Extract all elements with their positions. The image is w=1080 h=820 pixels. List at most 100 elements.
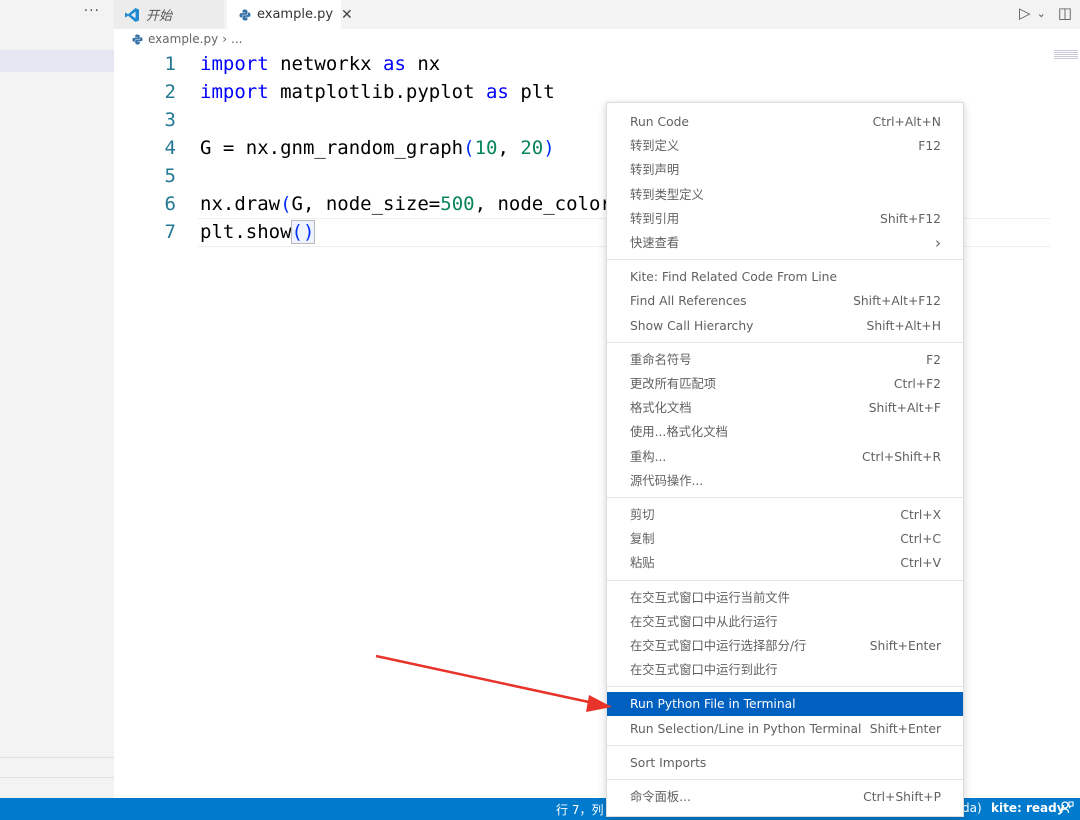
tab-start[interactable]: 开始 (114, 0, 224, 29)
python-file-icon (132, 33, 143, 45)
editor-actions: ▷ ⌄ ◫ (1019, 4, 1072, 22)
menu-item-label: 剪切 (630, 508, 655, 522)
menu-item-shortcut: Ctrl+Shift+R (862, 449, 941, 464)
menu-item[interactable]: Run Code Ctrl+Alt+N (607, 110, 963, 134)
tab-label: 开始 (146, 9, 173, 24)
menu-item[interactable]: Find All References Shift+Alt+F12 (607, 289, 963, 313)
code-token: , (497, 137, 521, 159)
context-menu: Run Code Ctrl+Alt+N 转到定义 F12 转到声明转到类型定义 转到引用 S… (606, 102, 964, 817)
menu-item-label: 转到引用 (630, 211, 680, 226)
code-token: () (290, 220, 316, 244)
code-token: nx.draw (200, 193, 281, 215)
breadcrumb-separator-icon: › (222, 32, 227, 46)
menu-item[interactable]: Sort Imports (607, 751, 963, 775)
tab-example-py[interactable]: example.py ✕ (227, 0, 353, 29)
menu-item-shortcut: F12 (918, 139, 941, 154)
kite-status[interactable]: kite: ready (991, 801, 1065, 815)
menu-item[interactable]: 更改所有匹配项 Ctrl+F2 (607, 372, 963, 396)
code-token: ( (463, 137, 475, 159)
menu-item[interactable]: Run Selection/Line in Python Terminal Shi… (607, 717, 963, 741)
code-token: 10 (474, 137, 498, 159)
menu-item[interactable]: 命令面板... Ctrl+Shift+P (607, 785, 963, 809)
menu-item-label: 重构... (630, 449, 667, 464)
menu-item[interactable]: 在交互式窗口中运行当前文件 (607, 586, 963, 610)
menu-item[interactable]: 重命名符号 F2 (607, 348, 963, 372)
line-number: 3 (164, 109, 176, 131)
menu-item-shortcut: Shift+Alt+F (868, 401, 941, 416)
menu-item[interactable]: 转到定义 F12 (607, 134, 963, 158)
menu-item[interactable]: 源代码操作... (607, 469, 963, 493)
menu-item-shortcut: Ctrl+X (900, 508, 941, 522)
line-number: 6 (164, 193, 176, 215)
menu-item[interactable]: 粘贴 Ctrl+V (607, 551, 963, 575)
menu-item-label: 在交互式窗口中运行选择部分/行 (630, 639, 807, 653)
menu-item[interactable]: 转到类型定义 (607, 183, 963, 207)
menu-item[interactable]: 格式化文档 Shift+Alt+F (607, 396, 963, 420)
menu-item[interactable]: 剪切 Ctrl+X (607, 503, 963, 527)
code-token: as (485, 81, 509, 103)
menu-item[interactable]: Kite: Find Related Code From Line (607, 265, 963, 289)
code-text: nx.draw(G, node_size=500, node_color (200, 190, 612, 218)
code-token: plt (508, 81, 555, 103)
menu-item[interactable]: Show Call Hierarchy Shift+Alt+H (607, 314, 963, 338)
code-token: nx (405, 53, 441, 75)
menu-separator (607, 779, 963, 780)
code-token: 500 (440, 193, 475, 215)
split-editor-icon[interactable]: ◫ (1058, 4, 1072, 22)
more-actions-icon[interactable]: ··· (84, 3, 100, 19)
menu-item-label: Run Code (630, 115, 689, 129)
menu-item[interactable]: Run Python File in Terminal (607, 692, 963, 717)
menu-item[interactable]: 在交互式窗口中运行到此行 (607, 658, 963, 682)
menu-separator (607, 744, 963, 746)
menu-item[interactable]: 复制 Ctrl+C (607, 527, 963, 551)
menu-item-label: 快速查看 (630, 236, 680, 250)
code-token: import (200, 81, 269, 103)
code-token: G, node_size= (291, 193, 441, 215)
menu-item-shortcut: Shift+F12 (880, 211, 941, 226)
menu-item-label: 在交互式窗口中运行当前文件 (630, 590, 790, 605)
close-icon[interactable]: ✕ (341, 7, 353, 23)
minimap[interactable] (1054, 50, 1078, 60)
menu-item-label: 重命名符号 (630, 352, 692, 367)
breadcrumb-file[interactable]: example.py (148, 32, 218, 46)
menu-item-shortcut: Shift+Alt+F12 (853, 294, 941, 309)
menu-item-label: Run Python File in Terminal (630, 697, 796, 712)
python-interpreter[interactable]: da) (962, 801, 982, 815)
python-file-icon (239, 9, 251, 21)
menu-item[interactable]: 转到引用 Shift+F12 (607, 207, 963, 231)
breadcrumb-more[interactable]: ... (231, 32, 242, 46)
code-token: networkx (268, 53, 384, 75)
menu-item-shortcut: Shift+Alt+H (866, 318, 941, 333)
menu-item-label: 在交互式窗口中运行到此行 (630, 663, 778, 678)
menu-item-label: 复制 (630, 532, 655, 547)
menu-separator (607, 686, 963, 688)
menu-item-label: 使用...格式化文档 (630, 425, 728, 440)
feedback-icon[interactable] (1060, 800, 1074, 817)
tab-bar: 开始 example.py ✕ ▷ ⌄ ◫ (114, 0, 1080, 29)
line-number: 1 (164, 53, 176, 75)
menu-item-label: 粘贴 (630, 556, 655, 571)
menu-item-label: Kite: Find Related Code From Line (630, 270, 838, 285)
menu-item-label: 更改所有匹配项 (630, 377, 717, 391)
sidebar-divider (0, 757, 114, 758)
breadcrumb: example.py › ... (132, 32, 242, 46)
sidebar-selected-row[interactable] (0, 50, 114, 72)
menu-separator (607, 497, 963, 498)
chevron-down-icon[interactable]: ⌄ (1037, 7, 1046, 20)
menu-item-label: 源代码操作... (630, 473, 704, 488)
menu-item-label: 转到类型定义 (630, 187, 704, 202)
menu-item-shortcut: Ctrl+V (900, 556, 941, 571)
menu-item[interactable]: 在交互式窗口中从此行运行 (607, 610, 963, 634)
menu-item-shortcut: Shift+Enter (869, 639, 941, 653)
menu-item-shortcut: Shift+Enter (869, 721, 941, 736)
run-icon[interactable]: ▷ (1019, 4, 1031, 22)
menu-item[interactable]: 使用...格式化文档 (607, 420, 963, 444)
code-token: G = nx.gnm_random_graph (200, 137, 464, 159)
menu-item[interactable]: 在交互式窗口中运行选择部分/行 Shift+Enter (607, 634, 963, 658)
code-text: G = nx.gnm_random_graph(10, 20) (200, 134, 555, 162)
menu-item[interactable]: 转到声明 (607, 158, 963, 182)
menu-item[interactable]: 重构... Ctrl+Shift+R (607, 445, 963, 469)
menu-item-label: 转到定义 (630, 139, 680, 154)
menu-item[interactable]: 快速查看 › (607, 231, 963, 255)
menu-separator (607, 259, 963, 261)
